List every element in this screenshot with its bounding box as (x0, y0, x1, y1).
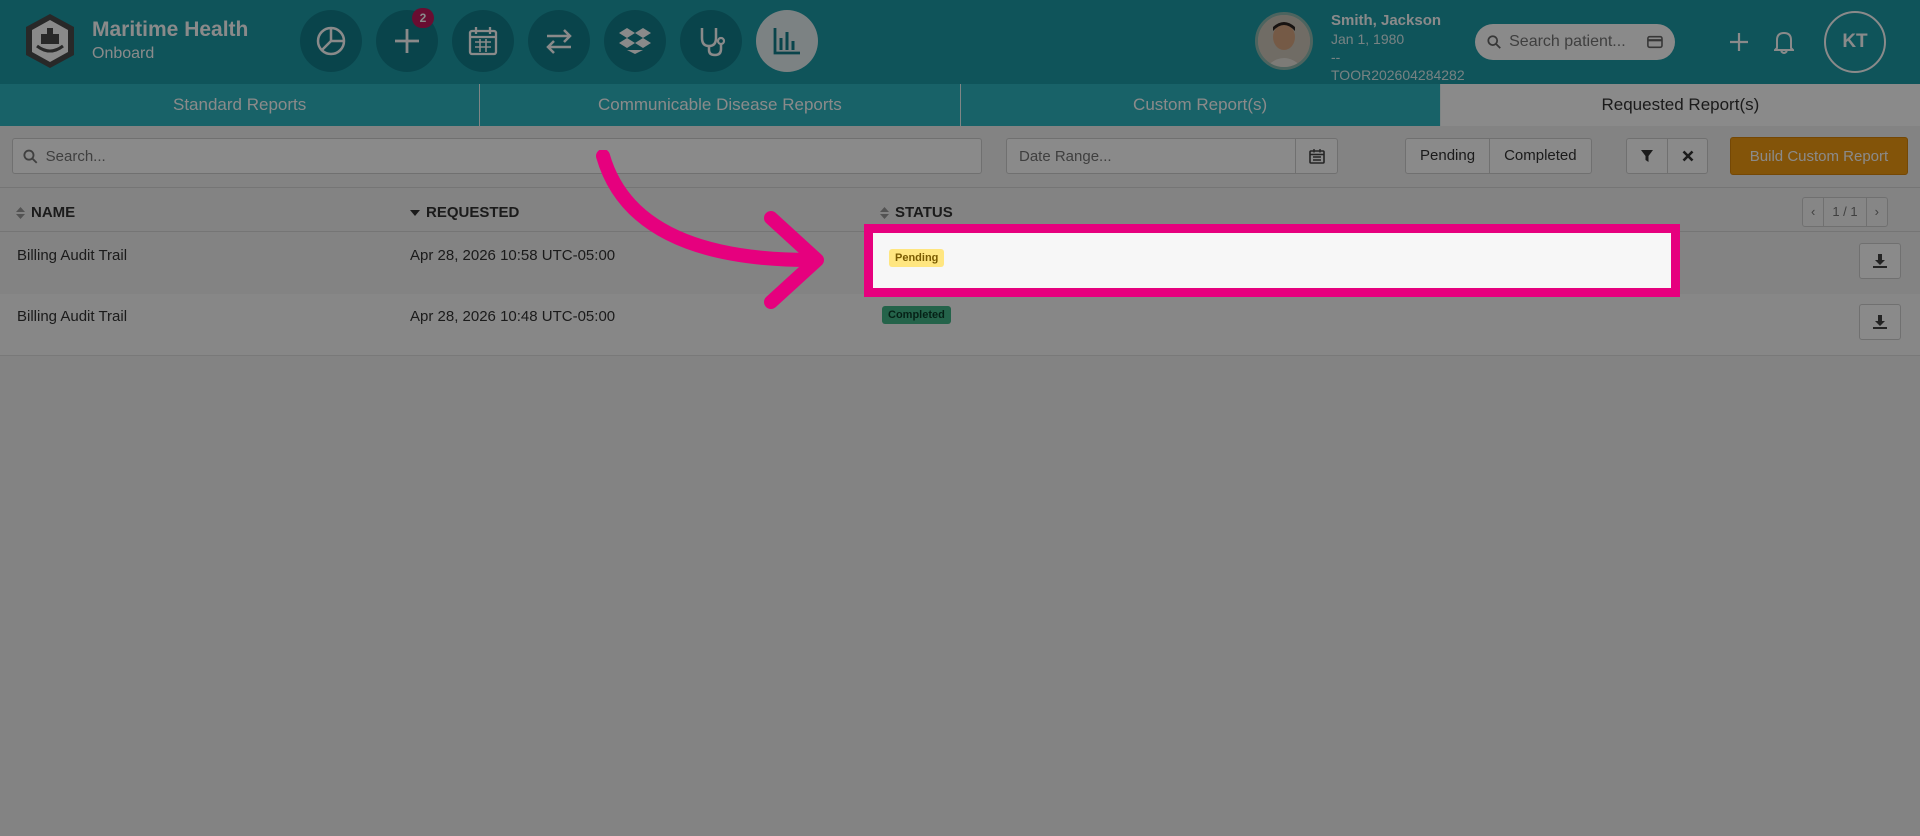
calendar-icon (1308, 149, 1325, 164)
column-label: NAME (31, 204, 76, 221)
boxes-icon (619, 28, 651, 54)
sort-icon (880, 206, 889, 219)
calendar-icon (468, 27, 498, 56)
report-name: Billing Audit Trail (17, 247, 128, 264)
close-icon (1682, 150, 1693, 162)
bell-icon[interactable] (1770, 28, 1798, 56)
notification-badge: 2 (412, 8, 434, 28)
highlighted-status-cell[interactable]: Pending (864, 224, 1680, 297)
top-bar: Maritime Health Onboard 2 Smith, Jackson… (0, 0, 1920, 84)
clear-filter-button[interactable] (1667, 139, 1707, 173)
patient-avatar (1255, 12, 1313, 70)
patient-extra: -- (1331, 49, 1341, 65)
patient-card[interactable]: Smith, Jackson Jan 1, 1980 -- TOOR202604… (1255, 12, 1465, 84)
tab-communicable-disease-reports[interactable]: Communicable Disease Reports (480, 84, 961, 126)
column-header-name[interactable]: NAME (16, 204, 75, 221)
report-requested-date: Apr 28, 2026 10:48 UTC-05:00 (410, 308, 616, 325)
app-subtitle: Onboard (92, 45, 155, 62)
reports-toolbar: Pending Completed Build Custom Report (0, 126, 1920, 188)
stethoscope-icon (700, 28, 726, 57)
search-icon (23, 149, 38, 164)
card-icon[interactable] (1647, 35, 1663, 49)
sort-icon (16, 206, 25, 219)
sort-desc-icon (410, 209, 420, 216)
brand[interactable]: Maritime Health Onboard (24, 12, 248, 70)
swap-arrows-icon (546, 29, 572, 54)
report-search-input[interactable] (45, 147, 971, 165)
storage-nav-button[interactable] (604, 10, 666, 72)
calendar-button[interactable] (1295, 139, 1337, 173)
patient-name: Smith, Jackson (1331, 12, 1442, 29)
pagination: ‹ 1 / 1 › (1802, 197, 1888, 227)
date-range-input[interactable] (1007, 147, 1295, 165)
funnel-icon (1641, 150, 1653, 162)
tab-standard-reports[interactable]: Standard Reports (0, 84, 481, 126)
download-button[interactable] (1859, 304, 1901, 340)
column-header-requested[interactable]: REQUESTED (410, 204, 519, 221)
main-nav: 2 (300, 8, 818, 72)
bar-chart-icon (773, 28, 800, 55)
transfer-nav-button[interactable] (528, 10, 590, 72)
clinical-nav-button[interactable] (680, 10, 742, 72)
report-requested-date: Apr 28, 2026 10:58 UTC-05:00 (410, 247, 616, 264)
pie-chart-icon (316, 26, 346, 56)
filter-pending-button[interactable]: Pending (1406, 139, 1489, 173)
table-row[interactable]: Billing Audit Trail Apr 28, 2026 10:48 U… (0, 294, 1920, 356)
report-name: Billing Audit Trail (17, 308, 128, 325)
patient-dob: Jan 1, 1980 (1331, 31, 1405, 47)
column-label: REQUESTED (426, 204, 520, 221)
patient-search[interactable] (1475, 24, 1675, 60)
apply-filter-button[interactable] (1627, 139, 1667, 173)
patient-search-input[interactable] (1509, 33, 1640, 51)
tab-custom-reports[interactable]: Custom Report(s) (961, 84, 1441, 126)
report-search[interactable] (12, 138, 982, 174)
plus-icon (395, 29, 419, 53)
status-badge: Pending (889, 249, 945, 267)
report-tabs: Standard Reports Communicable Disease Re… (0, 84, 1920, 126)
dashboard-nav-button[interactable] (300, 10, 362, 72)
tab-requested-reports[interactable]: Requested Report(s) (1440, 84, 1920, 126)
download-icon (1873, 254, 1887, 268)
date-range-picker[interactable] (1006, 138, 1338, 174)
patient-id: TOOR202604284282 (1331, 67, 1465, 83)
build-custom-report-button[interactable]: Build Custom Report (1730, 137, 1908, 175)
person-photo-icon (1258, 15, 1310, 67)
filter-completed-button[interactable]: Completed (1489, 139, 1591, 173)
download-button[interactable] (1859, 243, 1901, 279)
download-icon (1873, 315, 1887, 329)
page-indicator: 1 / 1 (1823, 198, 1865, 226)
filter-actions (1626, 138, 1708, 174)
next-page-button[interactable]: › (1865, 198, 1887, 226)
status-filter: Pending Completed (1405, 138, 1592, 174)
column-header-status[interactable]: STATUS (880, 204, 953, 221)
column-label: STATUS (895, 204, 953, 221)
reports-nav-button[interactable] (756, 10, 818, 72)
add-nav-button[interactable]: 2 (376, 8, 438, 72)
add-icon[interactable] (1725, 28, 1753, 56)
ship-shield-logo-icon (26, 14, 74, 68)
calendar-nav-button[interactable] (452, 10, 514, 72)
search-icon (1487, 35, 1501, 49)
app-name: Maritime Health (92, 18, 249, 41)
status-badge: Completed (882, 306, 951, 324)
user-avatar[interactable]: KT (1824, 11, 1886, 73)
prev-page-button[interactable]: ‹ (1803, 198, 1823, 226)
